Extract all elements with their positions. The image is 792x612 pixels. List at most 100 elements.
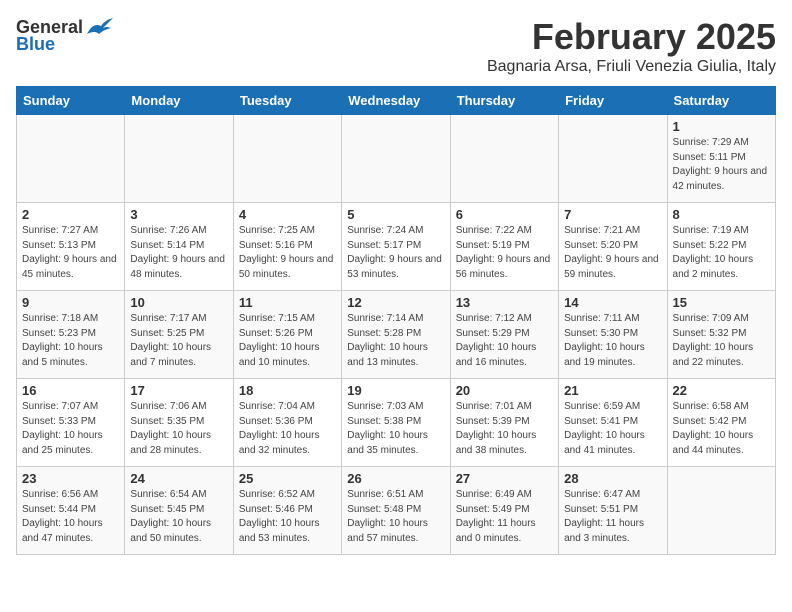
day-cell-10: 10 Sunrise: 7:17 AM Sunset: 5:25 PM Dayli… [125,291,233,379]
day-info: Sunrise: 7:27 AM Sunset: 5:13 PM Dayligh… [22,224,119,282]
day-number: 4 [239,207,336,222]
column-header-friday: Friday [559,87,667,115]
column-header-wednesday: Wednesday [342,87,450,115]
day-info: Sunrise: 7:14 AM Sunset: 5:28 PM Dayligh… [347,312,444,370]
day-number: 12 [347,295,444,310]
logo: General Blue [16,16,113,55]
day-info: Sunrise: 6:54 AM Sunset: 5:45 PM Dayligh… [130,488,227,546]
day-cell-25: 25Sunrise: 6:52 AM Sunset: 5:46 PM Dayli… [233,467,341,555]
day-number: 13 [456,295,553,310]
day-cell-1: 1 Sunrise: 7:29 AM Sunset: 5:11 PM Daylig… [667,115,775,203]
empty-cell [450,115,558,203]
day-cell-19: 19 Sunrise: 7:03 AM Sunset: 5:38 PM Dayli… [342,379,450,467]
day-number: 19 [347,383,444,398]
column-header-thursday: Thursday [450,87,558,115]
day-info: Sunrise: 7:25 AM Sunset: 5:16 PM Dayligh… [239,224,336,282]
title-section: February 2025 Bagnaria Arsa, Friuli Vene… [487,16,776,76]
day-info: Sunrise: 7:18 AM Sunset: 5:23 PM Dayligh… [22,312,119,370]
day-number: 22 [673,383,770,398]
day-number: 10 [130,295,227,310]
week-row-3: 9 Sunrise: 7:18 AM Sunset: 5:23 PM Daylig… [17,291,776,379]
day-number: 7 [564,207,661,222]
day-cell-16: 16 Sunrise: 7:07 AM Sunset: 5:33 PM Dayli… [17,379,125,467]
empty-cell [233,115,341,203]
day-info: Sunrise: 6:56 AM Sunset: 5:44 PM Dayligh… [22,488,119,546]
day-cell-23: 23 Sunrise: 6:56 AM Sunset: 5:44 PM Dayli… [17,467,125,555]
day-info: Sunrise: 7:04 AM Sunset: 5:36 PM Dayligh… [239,400,336,458]
day-number: 23 [22,471,119,486]
day-info: Sunrise: 7:29 AM Sunset: 5:11 PM Dayligh… [673,136,770,194]
day-info: Sunrise: 7:01 AM Sunset: 5:39 PM Dayligh… [456,400,553,458]
logo-blue: Blue [16,34,55,55]
day-cell-12: 12 Sunrise: 7:14 AM Sunset: 5:28 PM Dayli… [342,291,450,379]
day-number: 2 [22,207,119,222]
day-info: Sunrise: 7:06 AM Sunset: 5:35 PM Dayligh… [130,400,227,458]
day-number: 16 [22,383,119,398]
day-info: Sunrise: 7:22 AM Sunset: 5:19 PM Dayligh… [456,224,553,282]
week-row-4: 16 Sunrise: 7:07 AM Sunset: 5:33 PM Dayli… [17,379,776,467]
day-cell-7: 7 Sunrise: 7:21 AM Sunset: 5:20 PM Daylig… [559,203,667,291]
calendar-body: 1 Sunrise: 7:29 AM Sunset: 5:11 PM Daylig… [17,115,776,555]
day-cell-3: 3Sunrise: 7:26 AM Sunset: 5:14 PM Daylig… [125,203,233,291]
day-info: Sunrise: 7:12 AM Sunset: 5:29 PM Dayligh… [456,312,553,370]
day-number: 17 [130,383,227,398]
day-info: Sunrise: 6:58 AM Sunset: 5:42 PM Dayligh… [673,400,770,458]
column-header-monday: Monday [125,87,233,115]
day-info: Sunrise: 7:15 AM Sunset: 5:26 PM Dayligh… [239,312,336,370]
calendar-subtitle: Bagnaria Arsa, Friuli Venezia Giulia, It… [487,58,776,76]
day-cell-2: 2 Sunrise: 7:27 AM Sunset: 5:13 PM Daylig… [17,203,125,291]
empty-cell [342,115,450,203]
week-row-5: 23 Sunrise: 6:56 AM Sunset: 5:44 PM Dayli… [17,467,776,555]
day-number: 15 [673,295,770,310]
day-number: 14 [564,295,661,310]
column-header-saturday: Saturday [667,87,775,115]
day-info: Sunrise: 7:03 AM Sunset: 5:38 PM Dayligh… [347,400,444,458]
day-number: 1 [673,119,770,134]
week-row-1: 1 Sunrise: 7:29 AM Sunset: 5:11 PM Daylig… [17,115,776,203]
day-number: 9 [22,295,119,310]
day-info: Sunrise: 7:07 AM Sunset: 5:33 PM Dayligh… [22,400,119,458]
day-cell-24: 24Sunrise: 6:54 AM Sunset: 5:45 PM Dayli… [125,467,233,555]
day-info: Sunrise: 7:17 AM Sunset: 5:25 PM Dayligh… [130,312,227,370]
day-info: Sunrise: 7:21 AM Sunset: 5:20 PM Dayligh… [564,224,661,282]
day-info: Sunrise: 7:09 AM Sunset: 5:32 PM Dayligh… [673,312,770,370]
day-info: Sunrise: 7:26 AM Sunset: 5:14 PM Dayligh… [130,224,227,282]
day-number: 27 [456,471,553,486]
empty-cell [125,115,233,203]
day-number: 6 [456,207,553,222]
week-row-2: 2 Sunrise: 7:27 AM Sunset: 5:13 PM Daylig… [17,203,776,291]
day-cell-21: 21Sunrise: 6:59 AM Sunset: 5:41 PM Dayli… [559,379,667,467]
column-header-sunday: Sunday [17,87,125,115]
day-number: 8 [673,207,770,222]
day-info: Sunrise: 7:24 AM Sunset: 5:17 PM Dayligh… [347,224,444,282]
day-number: 11 [239,295,336,310]
day-number: 20 [456,383,553,398]
logo-bird-icon [85,16,113,38]
day-cell-6: 6 Sunrise: 7:22 AM Sunset: 5:19 PM Daylig… [450,203,558,291]
day-info: Sunrise: 6:47 AM Sunset: 5:51 PM Dayligh… [564,488,661,546]
day-cell-26: 26 Sunrise: 6:51 AM Sunset: 5:48 PM Dayli… [342,467,450,555]
day-cell-27: 27 Sunrise: 6:49 AM Sunset: 5:49 PM Dayli… [450,467,558,555]
day-cell-17: 17 Sunrise: 7:06 AM Sunset: 5:35 PM Dayli… [125,379,233,467]
day-info: Sunrise: 6:51 AM Sunset: 5:48 PM Dayligh… [347,488,444,546]
day-info: Sunrise: 7:11 AM Sunset: 5:30 PM Dayligh… [564,312,661,370]
day-cell-8: 8 Sunrise: 7:19 AM Sunset: 5:22 PM Daylig… [667,203,775,291]
day-cell-28: 28 Sunrise: 6:47 AM Sunset: 5:51 PM Dayli… [559,467,667,555]
empty-cell [17,115,125,203]
day-info: Sunrise: 7:19 AM Sunset: 5:22 PM Dayligh… [673,224,770,282]
day-info: Sunrise: 6:59 AM Sunset: 5:41 PM Dayligh… [564,400,661,458]
calendar-table: SundayMondayTuesdayWednesdayThursdayFrid… [16,86,776,555]
day-number: 26 [347,471,444,486]
day-number: 25 [239,471,336,486]
day-number: 5 [347,207,444,222]
day-cell-14: 14 Sunrise: 7:11 AM Sunset: 5:30 PM Dayli… [559,291,667,379]
day-cell-15: 15 Sunrise: 7:09 AM Sunset: 5:32 PM Dayli… [667,291,775,379]
empty-cell [667,467,775,555]
day-cell-13: 13 Sunrise: 7:12 AM Sunset: 5:29 PM Dayli… [450,291,558,379]
day-cell-5: 5 Sunrise: 7:24 AM Sunset: 5:17 PM Daylig… [342,203,450,291]
calendar-title: February 2025 [487,16,776,58]
day-number: 28 [564,471,661,486]
day-info: Sunrise: 6:49 AM Sunset: 5:49 PM Dayligh… [456,488,553,546]
page-header: General Blue February 2025 Bagnaria Arsa… [16,16,776,76]
day-cell-11: 11 Sunrise: 7:15 AM Sunset: 5:26 PM Dayli… [233,291,341,379]
